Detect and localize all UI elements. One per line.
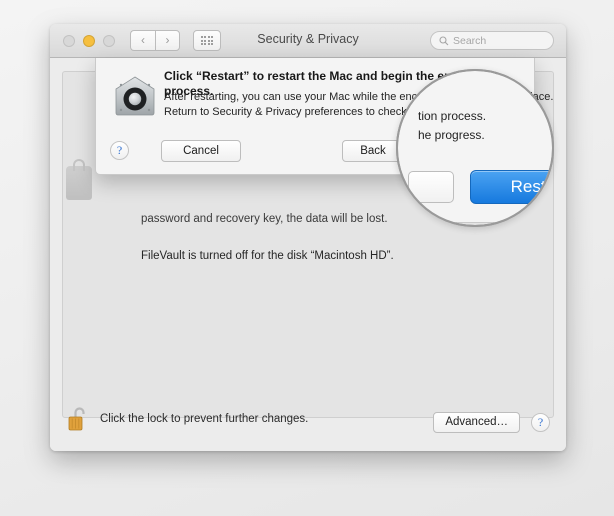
magnifier-content: takes place. tion process. he progress. … <box>398 71 552 225</box>
magnified-body-line-1: tion process. <box>418 109 487 123</box>
magnified-restart-button[interactable]: Restart <box>470 170 552 204</box>
sheet-help-button[interactable]: ? <box>110 141 129 160</box>
magnified-body-line-2: he progress. <box>418 128 485 142</box>
magnifier-loupe: takes place. tion process. he progress. … <box>396 69 554 227</box>
filevault-icon <box>111 72 159 120</box>
unlocked-padlock-icon[interactable] <box>68 406 88 432</box>
search-icon <box>439 35 449 45</box>
search-input[interactable]: Search <box>430 31 554 50</box>
cancel-button[interactable]: Cancel <box>161 140 241 162</box>
lock-row[interactable]: Click the lock to prevent further change… <box>68 406 308 432</box>
desktop-background: ‹ › Security & Privacy Search password a… <box>0 0 614 516</box>
advanced-row: Advanced… ? <box>433 412 550 433</box>
advanced-button[interactable]: Advanced… <box>433 412 520 433</box>
back-button[interactable]: Back <box>342 140 404 162</box>
window-titlebar[interactable]: ‹ › Security & Privacy Search <box>50 24 566 58</box>
search-placeholder: Search <box>453 34 487 47</box>
recovery-key-text: password and recovery key, the data will… <box>141 213 388 225</box>
magnified-body-text: tion process. he progress. <box>418 107 486 145</box>
help-button[interactable]: ? <box>531 413 550 432</box>
filevault-side-badge-icon <box>66 159 92 200</box>
filevault-status-text: FileVault is turned off for the disk “Ma… <box>141 250 394 262</box>
lock-label: Click the lock to prevent further change… <box>100 413 309 425</box>
magnified-back-button[interactable] <box>408 171 454 203</box>
